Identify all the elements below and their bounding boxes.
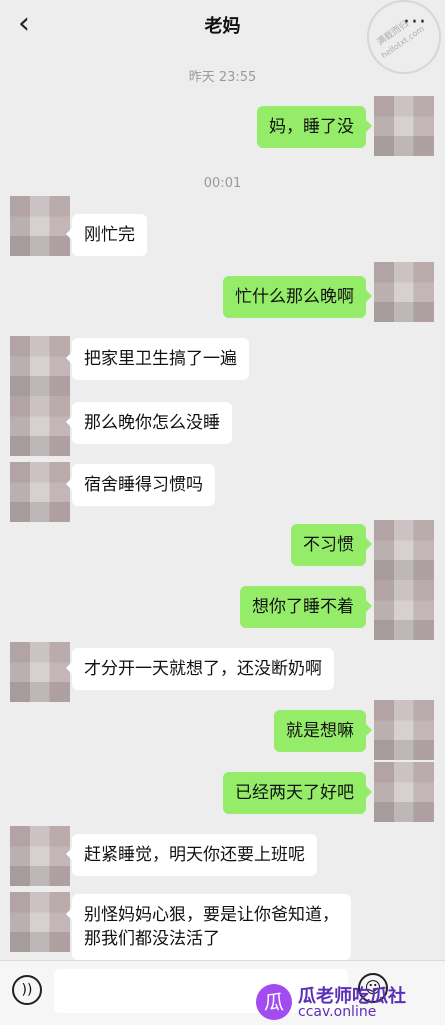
outgoing-message[interactable]: 妈，睡了没 xyxy=(257,106,372,148)
incoming-message[interactable]: 那么晚你怎么没睡 xyxy=(66,402,232,444)
outgoing-message[interactable]: 就是想嘛 xyxy=(274,710,372,752)
timestamp: 昨天 23:55 xyxy=(188,70,257,85)
mom-avatar[interactable] xyxy=(10,196,70,256)
my-avatar[interactable] xyxy=(374,520,434,580)
watermark-url: ccav.online xyxy=(298,1004,377,1020)
mom-avatar[interactable] xyxy=(10,892,70,952)
incoming-message[interactable]: 把家里卫生搞了一遍 xyxy=(66,338,249,380)
incoming-message[interactable]: 赶紧睡觉，明天你还要上班呢 xyxy=(66,834,317,876)
incoming-message[interactable]: 宿舍睡得习惯吗 xyxy=(66,464,215,506)
my-avatar[interactable] xyxy=(374,700,434,760)
mom-avatar[interactable] xyxy=(10,642,70,702)
my-avatar[interactable] xyxy=(374,96,434,156)
incoming-message[interactable]: 别怪妈妈心狠，要是让你爸知道， 那我们都没法活了 xyxy=(66,894,351,960)
incoming-message[interactable]: 才分开一天就想了，还没断奶啊 xyxy=(66,648,334,690)
voice-icon[interactable]: )) xyxy=(12,975,42,1005)
my-avatar[interactable] xyxy=(374,580,434,640)
incoming-message[interactable]: 刚忙完 xyxy=(66,214,147,256)
my-avatar[interactable] xyxy=(374,262,434,322)
mom-avatar[interactable] xyxy=(10,462,70,522)
timestamp: 00:01 xyxy=(203,176,242,191)
watermark-logo: 瓜 xyxy=(256,984,292,1020)
mom-avatar[interactable] xyxy=(10,336,70,396)
mom-avatar[interactable] xyxy=(10,826,70,886)
mom-avatar[interactable] xyxy=(10,396,70,456)
top-bar: ‹ 老妈 ··· 满载而归 hellotxt.com xyxy=(0,0,445,89)
my-avatar[interactable] xyxy=(374,762,434,822)
watermark: 瓜 瓜老师吃瓜社 ccav.online xyxy=(256,982,442,1022)
outgoing-message[interactable]: 不习惯 xyxy=(291,524,372,566)
outgoing-message[interactable]: 已经两天了好吧 xyxy=(223,772,372,814)
outgoing-message[interactable]: 想你了睡不着 xyxy=(240,586,372,628)
outgoing-message[interactable]: 忙什么那么晚啊 xyxy=(223,276,372,318)
